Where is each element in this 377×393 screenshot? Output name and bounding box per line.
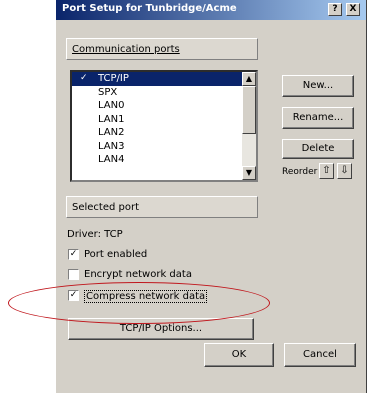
comm-ports-list[interactable]: ✓ TCP/IP SPX LAN0 LAN1 LAN2 LAN3 LAN4 ▲ … [70, 70, 258, 182]
list-item-lan3[interactable]: LAN3 [72, 140, 256, 154]
port-enabled-checkbox[interactable]: ✓ [68, 249, 79, 260]
help-button[interactable]: ? [328, 3, 342, 16]
port-setup-dialog: Port Setup for Tunbridge/Acme ? X Commun… [55, 0, 367, 393]
title-bar[interactable]: Port Setup for Tunbridge/Acme ? X [56, 0, 366, 20]
list-item-tcpip[interactable]: ✓ TCP/IP [72, 72, 256, 86]
list-item-label: LAN1 [98, 113, 125, 125]
new-button[interactable]: New... [282, 75, 354, 97]
driver-label: Driver: TCP [67, 229, 123, 240]
move-up-icon[interactable]: ⇧ [319, 163, 334, 179]
list-item-label: LAN0 [98, 100, 125, 111]
scroll-up-icon[interactable]: ▲ [242, 72, 256, 86]
selected-port-heading: Selected port [72, 202, 140, 213]
list-item-label: TCP/IP [98, 73, 129, 84]
list-item-lan2[interactable]: LAN2 [72, 126, 256, 140]
list-item-spx[interactable]: SPX [72, 86, 256, 100]
move-down-icon[interactable]: ⇩ [337, 163, 352, 179]
ok-button[interactable]: OK [204, 343, 274, 367]
list-item-label: LAN3 [98, 140, 125, 152]
reorder-label: Reorder [282, 167, 318, 177]
comm-ports-heading: Communication ports [72, 44, 180, 55]
window-title: Port Setup for Tunbridge/Acme [62, 3, 237, 14]
rename-button[interactable]: Rename... [282, 107, 354, 129]
scroll-down-icon[interactable]: ▼ [242, 166, 256, 180]
list-item-lan4[interactable]: LAN4 [72, 153, 256, 167]
scroll-thumb[interactable] [242, 86, 256, 134]
encrypt-checkbox[interactable] [68, 269, 79, 280]
annotation-ellipse [8, 282, 270, 324]
selected-port-header: Selected port [66, 196, 258, 218]
cancel-button[interactable]: Cancel [284, 343, 356, 367]
list-item-label: SPX [98, 86, 118, 98]
list-item-lan0[interactable]: LAN0 [72, 99, 256, 113]
delete-button[interactable]: Delete [282, 139, 354, 159]
list-scrollbar[interactable]: ▲ ▼ [242, 72, 256, 180]
close-button[interactable]: X [346, 3, 360, 16]
list-item-lan1[interactable]: LAN1 [72, 113, 256, 127]
list-item-label: LAN2 [98, 127, 125, 138]
encrypt-label[interactable]: Encrypt network data [84, 269, 192, 280]
list-item-label: LAN4 [98, 154, 125, 165]
checkmark-icon: ✓ [80, 73, 88, 83]
port-enabled-label[interactable]: Port enabled [84, 249, 147, 260]
comm-ports-header: Communication ports [66, 38, 258, 60]
